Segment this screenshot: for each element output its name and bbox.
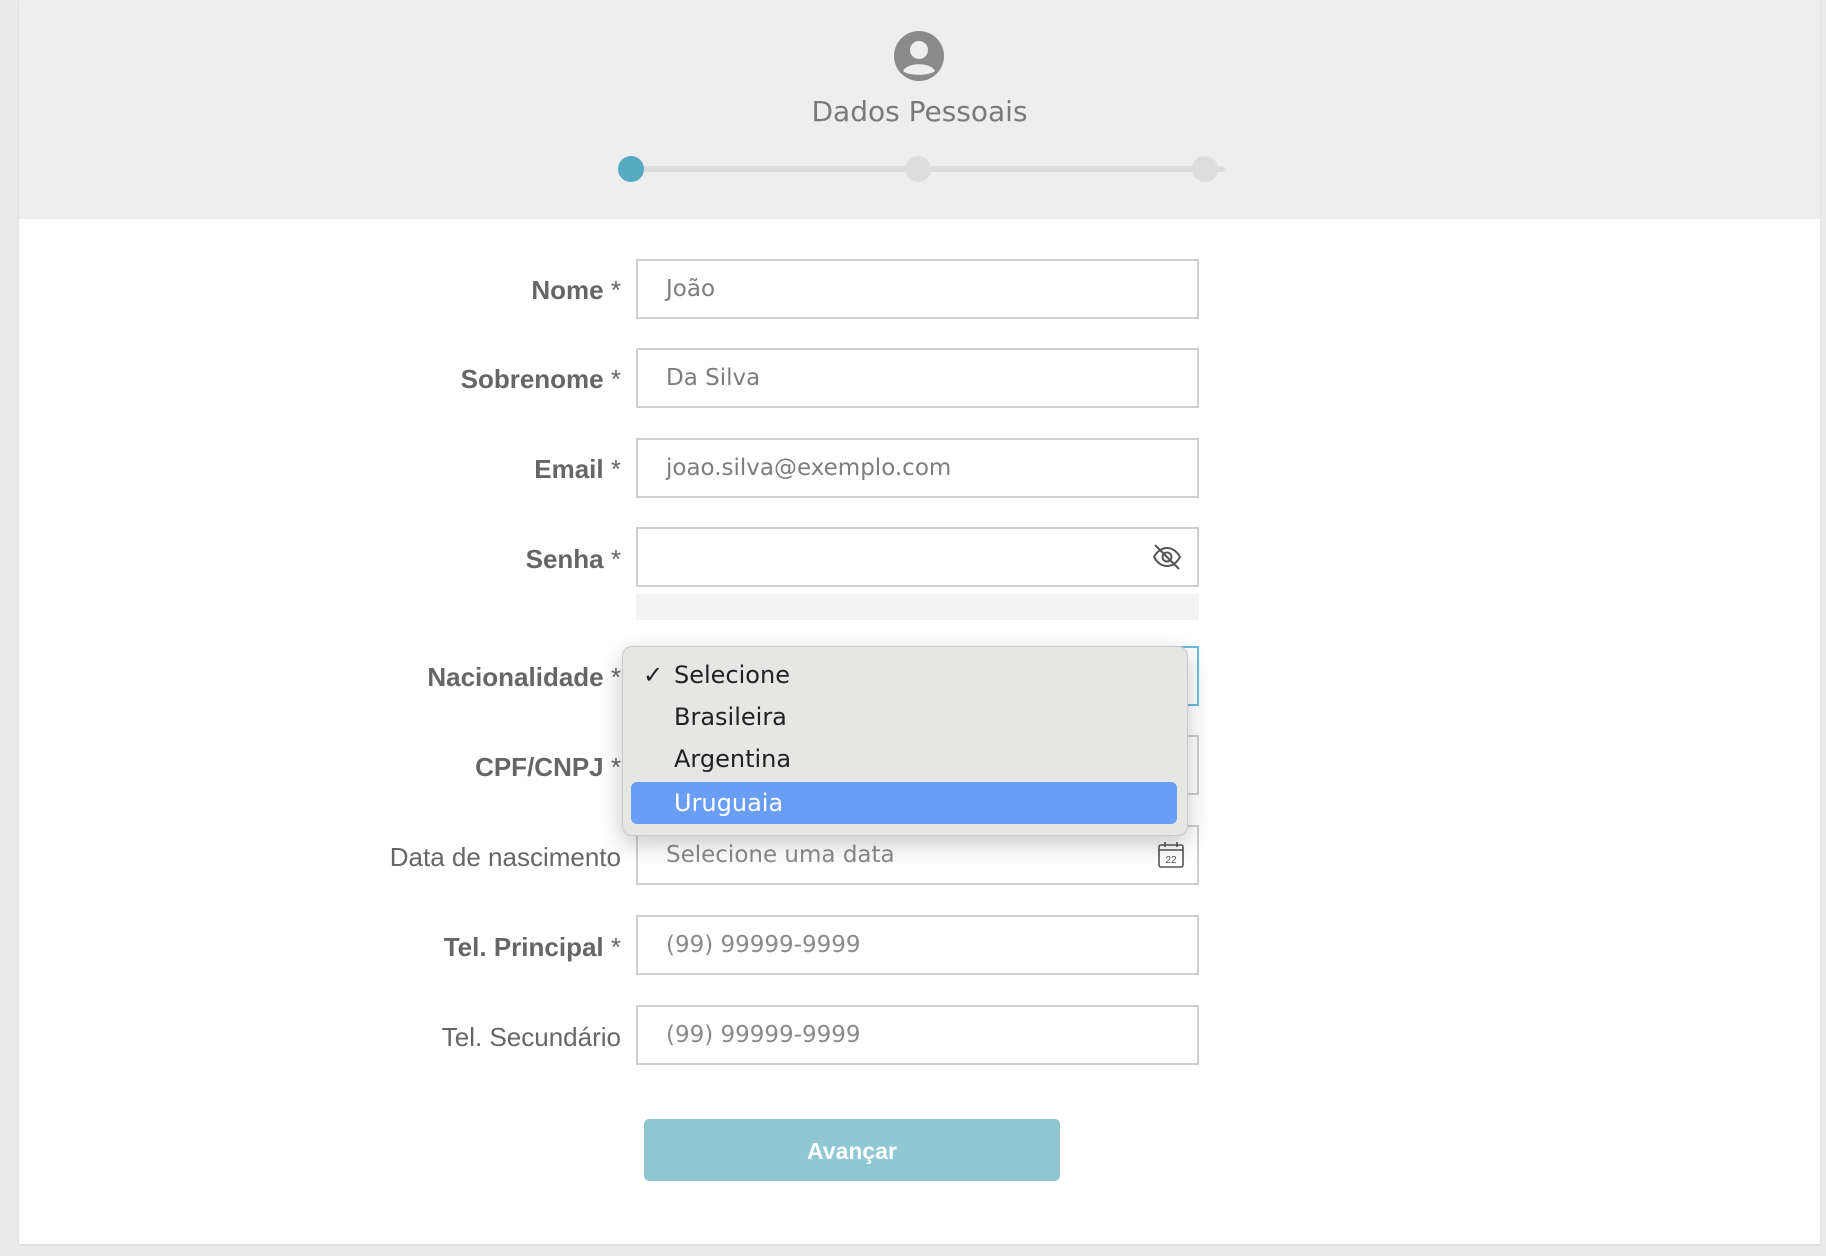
nome-input[interactable]: João — [636, 259, 1199, 319]
nome-value: João — [666, 276, 716, 302]
calendar-icon[interactable]: 22 — [1155, 839, 1187, 871]
dropdown-option-brasileira[interactable]: Brasileira — [631, 696, 1177, 738]
email-input[interactable]: joao.silva@exemplo.com — [636, 438, 1199, 498]
password-strength-bar — [636, 594, 1199, 620]
tel-principal-input[interactable]: (99) 99999-9999 — [636, 915, 1199, 975]
dropdown-option-argentina[interactable]: Argentina — [631, 738, 1177, 780]
dropdown-option-selecione[interactable]: ✓ Selecione — [631, 654, 1177, 696]
signup-card: Dados Pessoais Nome * João Sobrenome * D… — [19, 0, 1820, 1244]
step-header: Dados Pessoais — [19, 0, 1820, 219]
tel-secundario-label: Tel. Secundário — [441, 1022, 621, 1052]
svg-text:22: 22 — [1165, 855, 1177, 866]
tel-secundario-input[interactable]: (99) 99999-9999 — [636, 1005, 1199, 1065]
sobrenome-input[interactable]: Da Silva — [636, 348, 1199, 408]
step-title: Dados Pessoais — [811, 95, 1028, 128]
user-circle-icon — [894, 31, 944, 81]
next-button[interactable]: Avançar — [644, 1119, 1060, 1181]
senha-input[interactable] — [636, 527, 1199, 587]
step-dot-1 — [618, 156, 644, 182]
tel-secundario-placeholder: (99) 99999-9999 — [666, 1022, 861, 1048]
step-dot-2 — [905, 156, 931, 182]
cpf-label: CPF/CNPJ * — [475, 752, 621, 782]
tel-principal-label: Tel. Principal * — [443, 932, 621, 962]
eye-off-icon[interactable] — [1151, 541, 1183, 573]
dropdown-option-uruguaia[interactable]: Uruguaia — [631, 782, 1177, 824]
senha-label: Senha * — [525, 544, 621, 574]
checkmark-icon: ✓ — [643, 661, 664, 689]
email-value: joao.silva@exemplo.com — [666, 455, 952, 481]
email-label: Email * — [534, 454, 621, 484]
tel-principal-placeholder: (99) 99999-9999 — [666, 932, 861, 958]
nascimento-label: Data de nascimento — [389, 842, 621, 872]
sobrenome-value: Da Silva — [666, 365, 761, 391]
nacionalidade-dropdown: ✓ Selecione Brasileira Argentina Uruguai… — [622, 646, 1188, 836]
nacionalidade-label: Nacionalidade * — [427, 662, 621, 692]
step-dot-3 — [1192, 156, 1218, 182]
sobrenome-label: Sobrenome * — [460, 364, 621, 394]
nome-label: Nome * — [531, 275, 621, 305]
